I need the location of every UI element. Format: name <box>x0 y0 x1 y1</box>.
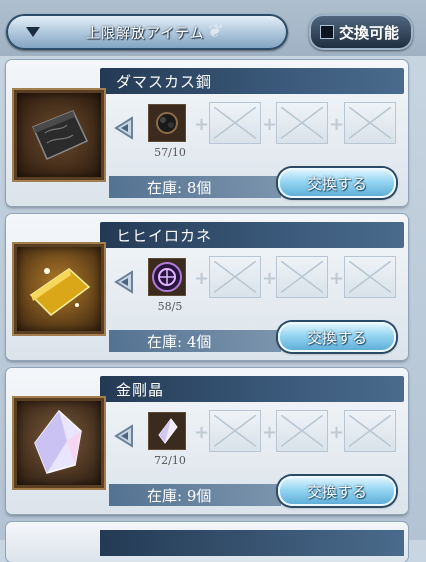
filter-label: 上限解放アイテム <box>86 26 205 42</box>
gold-ingot-icon <box>14 244 104 334</box>
empty-slot-icon <box>214 261 256 293</box>
empty-slot-icon <box>214 415 256 447</box>
scroll-left-arrow-icon[interactable] <box>112 422 140 450</box>
empty-slot-icon <box>281 107 323 139</box>
exchange-button[interactable]: 交換する <box>278 168 396 198</box>
stock-count: 在庫: 4個 <box>147 333 212 351</box>
empty-slot <box>209 102 261 144</box>
plus-icon: + <box>194 268 210 289</box>
dropdown-arrow-icon <box>26 27 40 37</box>
damascus-ingot-icon <box>14 90 104 180</box>
exchangeable-label: 交換可能 <box>339 24 400 42</box>
plus-icon: + <box>329 422 345 443</box>
checkbox-icon <box>320 25 334 39</box>
scroll-left-arrow-icon[interactable] <box>112 268 140 296</box>
shard-icon <box>158 418 178 444</box>
stock-bar: 在庫: 8個 <box>109 176 281 198</box>
plus-icon: + <box>329 268 345 289</box>
item-name-bar: ヒヒイロカネ <box>100 222 404 248</box>
empty-slot <box>209 410 261 452</box>
stock-count: 在庫: 9個 <box>147 487 212 505</box>
empty-slot <box>276 410 328 452</box>
material-count: 57/10 <box>154 146 186 159</box>
item-name-bar <box>100 530 404 556</box>
stock-bar: 在庫: 9個 <box>109 484 281 506</box>
item-name-bar: ダマスカス鋼 <box>100 68 404 94</box>
material-slot[interactable] <box>148 258 186 296</box>
item-card-hihiirokane: ヒヒイロカネ 58/5 + + + 在庫: 4個 交換する <box>6 214 408 360</box>
item-card-damascus: ダマスカス鋼 57/10 + + + 在庫: 8個 交換する <box>6 60 408 206</box>
empty-slot <box>344 256 396 298</box>
empty-slot <box>209 256 261 298</box>
exchange-label: 交換する <box>306 483 367 501</box>
material-slot[interactable] <box>148 412 186 450</box>
material-slot[interactable] <box>148 104 186 142</box>
ornament-icon: ❦ <box>206 21 222 42</box>
crystal-icon <box>14 398 104 488</box>
item-card-partial <box>6 522 408 562</box>
plus-icon: + <box>194 114 210 135</box>
item-name-bar: 金剛晶 <box>100 376 404 402</box>
item-name: ヒヒイロカネ <box>116 227 213 245</box>
plus-icon: + <box>262 114 278 135</box>
exchange-button[interactable]: 交換する <box>278 322 396 352</box>
empty-slot <box>276 256 328 298</box>
empty-slot-icon <box>349 415 391 447</box>
empty-slot-icon <box>281 261 323 293</box>
empty-slot <box>344 102 396 144</box>
empty-slot-icon <box>349 261 391 293</box>
plus-icon: + <box>194 422 210 443</box>
material-count: 72/10 <box>154 454 186 467</box>
exchange-label: 交換する <box>306 175 367 193</box>
filter-dropdown[interactable]: 上限解放アイテム ❦ <box>6 14 288 50</box>
empty-slot <box>344 410 396 452</box>
exchangeable-toggle[interactable]: 交換可能 <box>309 14 413 50</box>
item-card-kongosho: 金剛晶 72/10 + + + 在庫: 9個 交換する <box>6 368 408 514</box>
exchange-button[interactable]: 交換する <box>278 476 396 506</box>
plus-icon: + <box>329 114 345 135</box>
item-name: 金剛晶 <box>116 381 165 399</box>
empty-slot-icon <box>214 107 256 139</box>
stock-count: 在庫: 8個 <box>147 179 212 197</box>
plus-icon: + <box>262 422 278 443</box>
purple-sigil-icon <box>152 262 182 292</box>
empty-slot-icon <box>281 415 323 447</box>
top-bar: 上限解放アイテム ❦ 交換可能 <box>0 0 426 56</box>
plus-icon: + <box>262 268 278 289</box>
stock-bar: 在庫: 4個 <box>109 330 281 352</box>
item-name: ダマスカス鋼 <box>116 73 213 91</box>
empty-slot-icon <box>349 107 391 139</box>
material-count: 58/5 <box>157 300 183 313</box>
exchange-label: 交換する <box>306 329 367 347</box>
empty-slot <box>276 102 328 144</box>
dark-ore-icon <box>156 112 178 134</box>
scroll-left-arrow-icon[interactable] <box>112 114 140 142</box>
